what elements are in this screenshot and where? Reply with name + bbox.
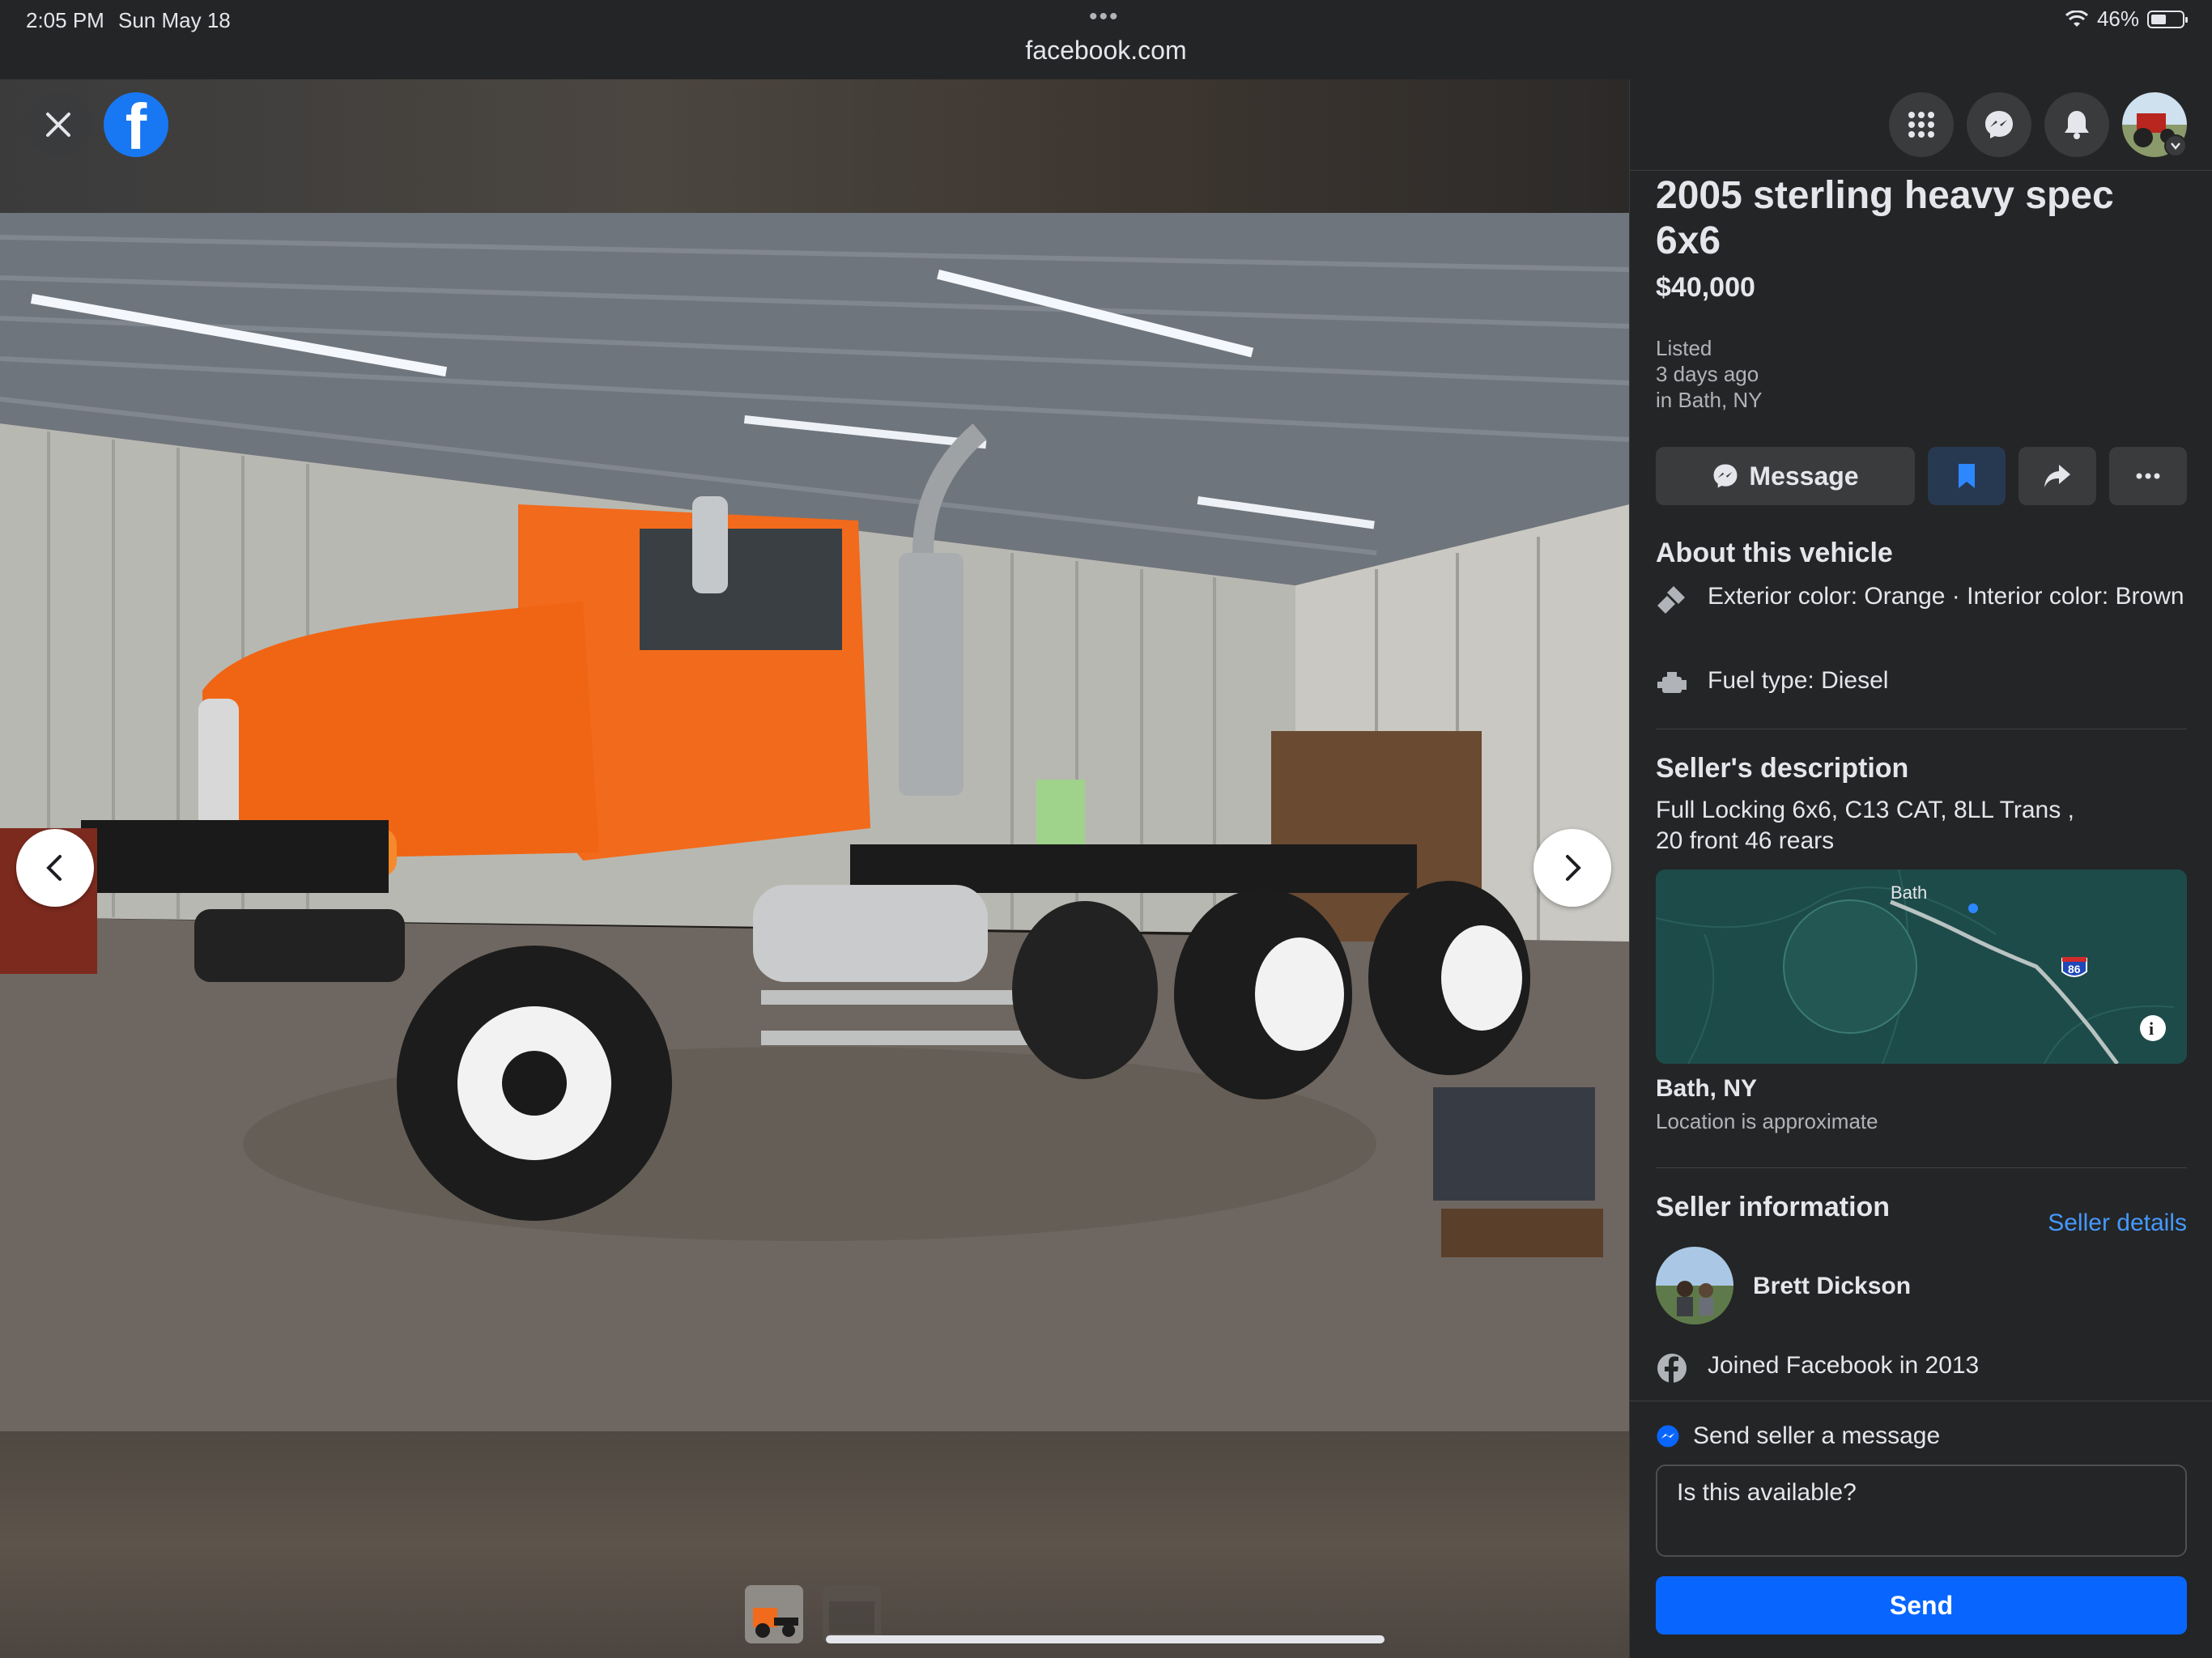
message-button-label: Message	[1749, 461, 1859, 491]
color-detail: Exterior color: Orange · Interior color:…	[1656, 581, 2187, 646]
description-line-2: 20 front 46 rears	[1656, 827, 1835, 854]
messenger-icon	[1657, 1425, 1679, 1448]
status-time: 2:05 PM	[26, 8, 104, 32]
engine-icon	[1657, 672, 1687, 693]
battery-percent: 46%	[2096, 6, 2139, 31]
save-button[interactable]	[1928, 447, 2006, 505]
about-heading: About this vehicle	[1656, 538, 1893, 568]
highway-shield-label: 86	[2068, 963, 2081, 976]
description-line-1: Full Locking 6x6, C13 CAT, 8LL Trans ,	[1656, 797, 2074, 823]
seller-avatar[interactable]	[1656, 1247, 1733, 1324]
message-input[interactable]: Is this available?	[1656, 1465, 2187, 1557]
previous-photo-button[interactable]	[16, 829, 94, 907]
listing-details: 2005 sterling heavy spec 6x6 $40,000 Lis…	[1656, 79, 2187, 1401]
listing-title: 2005 sterling heavy spec 6x6	[1656, 174, 2114, 262]
listing-price: $40,000	[1656, 272, 1755, 303]
fuel-detail: Fuel type: Diesel	[1656, 665, 2187, 701]
listing-panel: 2005 sterling heavy spec 6x6 $40,000 Lis…	[1629, 79, 2212, 1658]
messenger-icon	[1713, 464, 1738, 488]
location-note: Location is approximate	[1656, 1109, 1878, 1133]
multitasking-dots-icon[interactable]: •••	[1089, 3, 1120, 31]
listing-photo	[0, 213, 1629, 1431]
color-text: Exterior color: Orange · Interior color:…	[1708, 583, 2184, 610]
map-image: Bath 86 i	[1656, 869, 2187, 1064]
location-name: Bath, NY	[1656, 1075, 1758, 1102]
seller-heading: Seller information	[1656, 1192, 1891, 1222]
photo-backdrop-top	[0, 79, 1629, 213]
message-seller-box: Send seller a message Is this available?…	[1630, 1401, 2212, 1658]
listed-location: in Bath, NY	[1656, 388, 1763, 412]
status-right: 46%	[2065, 6, 2188, 32]
status-date: Sun May 18	[118, 8, 231, 32]
facebook-logo[interactable]: f	[104, 92, 168, 157]
description-heading: Seller's description	[1656, 753, 1909, 784]
thumbnail-1[interactable]	[745, 1585, 803, 1643]
home-indicator	[826, 1635, 1385, 1643]
seller-details-link[interactable]: Seller details	[2048, 1209, 2187, 1237]
photo-viewer: f	[0, 79, 1629, 1658]
divider	[1656, 1167, 2187, 1168]
listing-actions: Message	[1656, 447, 2187, 505]
seller-name[interactable]: Brett Dickson	[1753, 1273, 1911, 1300]
chevron-left-icon	[46, 855, 62, 881]
send-message-heading: Send seller a message	[1656, 1422, 1940, 1450]
paint-brush-icon	[1657, 586, 1685, 614]
listed-time: 3 days ago	[1656, 362, 1759, 386]
battery-icon	[2147, 10, 2188, 28]
description-text: Full Locking 6x6, C13 CAT, 8LL Trans , 2…	[1656, 795, 2187, 857]
svg-text:i: i	[2149, 1018, 2154, 1039]
close-icon	[46, 113, 70, 137]
seller-avatar-image	[1656, 1247, 1733, 1324]
next-photo-button[interactable]	[1534, 829, 1611, 907]
close-button[interactable]	[26, 92, 91, 157]
facebook-logo-letter: f	[125, 92, 147, 158]
send-message-label: Send seller a message	[1693, 1422, 1941, 1449]
chevron-right-icon	[1566, 855, 1581, 881]
status-bar: 2:05 PM Sun May 18 ••• 46% facebook.com	[0, 0, 2212, 79]
send-button[interactable]: Send	[1656, 1576, 2187, 1635]
address-bar[interactable]: facebook.com	[0, 36, 2212, 66]
thumbnail-truck-image	[745, 1585, 803, 1643]
bookmark-icon	[1959, 464, 1975, 488]
share-icon	[2044, 465, 2070, 487]
location-map[interactable]: Bath 86 i	[1656, 869, 2187, 1064]
listed-label: Listed	[1656, 336, 1712, 360]
map-label: Bath	[1891, 882, 1927, 903]
facebook-icon	[1657, 1354, 1687, 1383]
message-button[interactable]: Message	[1656, 447, 1915, 505]
listing-meta: Listed 3 days ago in Bath, NY	[1656, 335, 1763, 413]
share-button[interactable]	[2018, 447, 2096, 505]
fuel-text: Fuel type: Diesel	[1708, 667, 1889, 694]
joined-text: Joined Facebook in 2013	[1708, 1352, 1980, 1379]
more-horizontal-icon	[2136, 473, 2160, 479]
more-options-button[interactable]	[2109, 447, 2187, 505]
wifi-icon	[2065, 10, 2088, 27]
